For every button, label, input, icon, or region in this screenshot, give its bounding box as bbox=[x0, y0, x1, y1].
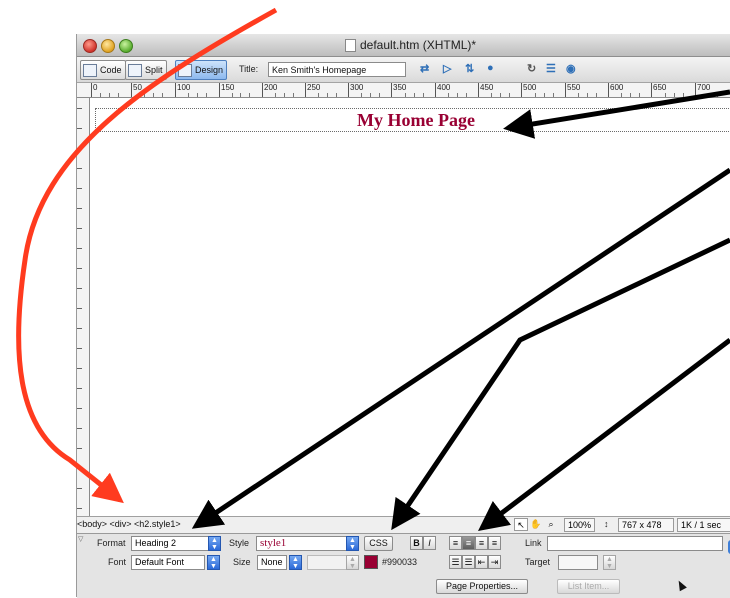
select-tool-icon[interactable]: ↖ bbox=[514, 518, 528, 531]
text-color-swatch[interactable] bbox=[364, 555, 378, 569]
zoom-tool-icon[interactable]: ⌕ bbox=[544, 518, 558, 531]
link-label: Link bbox=[525, 538, 542, 548]
window-size-select[interactable]: 767 x 478 bbox=[618, 518, 674, 532]
document-toolbar: Code Split Design Title: Ken Smith's Hom… bbox=[77, 57, 730, 83]
ruler-label: 200 bbox=[264, 83, 278, 92]
window-title-text: default.htm (XHTML)* bbox=[360, 38, 477, 52]
window-titlebar: default.htm (XHTML)* bbox=[77, 34, 730, 57]
zoom-window-button[interactable] bbox=[119, 39, 133, 53]
ruler-label: 150 bbox=[221, 83, 235, 92]
ordered-list-icon[interactable]: ☰ bbox=[462, 555, 475, 569]
design-view-button[interactable]: Design bbox=[175, 60, 228, 80]
document-icon bbox=[345, 38, 356, 52]
title-label: Title: bbox=[239, 64, 259, 74]
design-view-icon bbox=[178, 63, 192, 77]
ruler-label: 550 bbox=[567, 83, 581, 92]
ruler-label: 650 bbox=[653, 83, 667, 92]
indent-icon[interactable]: ⇥ bbox=[488, 555, 501, 569]
ruler-label: 500 bbox=[523, 83, 537, 92]
zoom-dropdown-icon[interactable]: ↕ bbox=[604, 519, 609, 529]
style-label: Style bbox=[229, 538, 250, 548]
code-view-label: Code bbox=[100, 65, 122, 75]
vertical-ruler bbox=[77, 98, 90, 517]
align-left-icon[interactable]: ≡ bbox=[449, 536, 462, 550]
split-view-icon bbox=[128, 63, 142, 77]
alignment-buttons: ≡ ≡ ≡ ≡ bbox=[449, 536, 513, 550]
status-bar: <body> <div> <h2.style1> ↖ ✋ ⌕ 100% ↕ 76… bbox=[77, 516, 730, 533]
target-select[interactable] bbox=[558, 555, 598, 570]
heading-block[interactable]: My Home Page bbox=[95, 108, 730, 132]
mouse-pointer-icon bbox=[675, 578, 687, 592]
view-options-icon[interactable]: ☰ bbox=[546, 62, 556, 75]
target-dropdown-icon: ▲ ▼ bbox=[603, 555, 616, 570]
justify-icon[interactable]: ≡ bbox=[488, 536, 501, 550]
italic-button[interactable]: I bbox=[423, 536, 436, 550]
split-view-label: Split bbox=[145, 65, 163, 75]
globe-icon[interactable]: ● bbox=[487, 62, 494, 74]
visual-aids-icon[interactable]: ◉ bbox=[566, 62, 576, 75]
format-dropdown-icon[interactable]: ▲ ▼ bbox=[208, 536, 221, 551]
minimize-window-button[interactable] bbox=[101, 39, 115, 53]
format-select[interactable]: Heading 2 bbox=[131, 536, 209, 551]
page-properties-button[interactable]: Page Properties... bbox=[436, 579, 528, 594]
style-dropdown-icon[interactable]: ▲ ▼ bbox=[346, 536, 359, 551]
ruler-label: 300 bbox=[350, 83, 364, 92]
ruler-label: 50 bbox=[133, 83, 142, 92]
debug-icon[interactable]: ⇅ bbox=[465, 62, 474, 75]
align-center-icon[interactable]: ≡ bbox=[462, 536, 475, 550]
property-inspector: ▽ Format Heading 2 ▲ ▼ Style style1 ▲ ▼ CS… bbox=[77, 533, 730, 598]
ruler-label: 450 bbox=[480, 83, 494, 92]
font-dropdown-icon[interactable]: ▲ ▼ bbox=[207, 555, 220, 570]
close-window-button[interactable] bbox=[83, 39, 97, 53]
list-item-button[interactable]: List Item... bbox=[557, 579, 620, 594]
zoom-level-select[interactable]: 100% bbox=[564, 518, 596, 532]
font-label: Font bbox=[108, 557, 127, 567]
size-dropdown-icon[interactable]: ▲ ▼ bbox=[289, 555, 302, 570]
outdent-icon[interactable]: ⇤ bbox=[475, 555, 488, 569]
style-select[interactable]: style1 bbox=[256, 536, 347, 551]
hand-tool-icon[interactable]: ✋ bbox=[529, 518, 543, 531]
size-units-dropdown-icon: ▲ ▼ bbox=[346, 555, 359, 570]
unordered-list-icon[interactable]: ☰ bbox=[449, 555, 462, 569]
code-view-icon bbox=[83, 63, 97, 77]
ruler-label: 350 bbox=[393, 83, 407, 92]
ruler-label: 600 bbox=[610, 83, 624, 92]
target-label: Target bbox=[525, 557, 551, 567]
page-heading[interactable]: My Home Page bbox=[96, 110, 730, 131]
css-button[interactable]: CSS bbox=[364, 536, 393, 551]
horizontal-ruler: 0 50 100 150 200 250 300 350 400 450 500… bbox=[77, 83, 730, 98]
text-color-value[interactable]: #990033 bbox=[382, 557, 417, 567]
page-title-input[interactable]: Ken Smith's Homepage bbox=[268, 62, 406, 77]
ruler-label: 250 bbox=[307, 83, 321, 92]
design-view-label: Design bbox=[195, 65, 224, 75]
code-view-button[interactable]: Code bbox=[80, 60, 126, 80]
file-management-icon[interactable]: ⇄ bbox=[420, 62, 429, 75]
font-select[interactable]: Default Font bbox=[131, 555, 205, 570]
ruler-label: 0 bbox=[93, 83, 98, 92]
size-select[interactable]: None bbox=[257, 555, 287, 570]
align-right-icon[interactable]: ≡ bbox=[475, 536, 488, 550]
bold-button[interactable]: B bbox=[410, 536, 423, 550]
format-label: Format bbox=[97, 538, 126, 548]
link-input[interactable] bbox=[547, 536, 723, 551]
list-buttons: ☰ ☰ ⇤ ⇥ bbox=[449, 555, 505, 569]
download-size-indicator: 1K / 1 sec bbox=[677, 518, 730, 532]
split-view-button[interactable]: Split bbox=[125, 60, 167, 80]
refresh-icon[interactable]: ↻ bbox=[527, 62, 536, 75]
preview-in-browser-icon[interactable]: ▷ bbox=[443, 62, 451, 75]
tag-selector[interactable]: <body> <div> <h2.style1> bbox=[77, 519, 181, 529]
ruler-label: 700 bbox=[697, 83, 711, 92]
dreamweaver-document-window: default.htm (XHTML)* Code Split Design T… bbox=[76, 34, 730, 598]
collapse-icon[interactable]: ▽ bbox=[78, 535, 83, 543]
ruler-label: 400 bbox=[437, 83, 451, 92]
window-title: default.htm (XHTML)* bbox=[345, 38, 476, 52]
ruler-label: 100 bbox=[177, 83, 191, 92]
size-label: Size bbox=[233, 557, 251, 567]
design-canvas[interactable]: My Home Page bbox=[90, 98, 730, 517]
